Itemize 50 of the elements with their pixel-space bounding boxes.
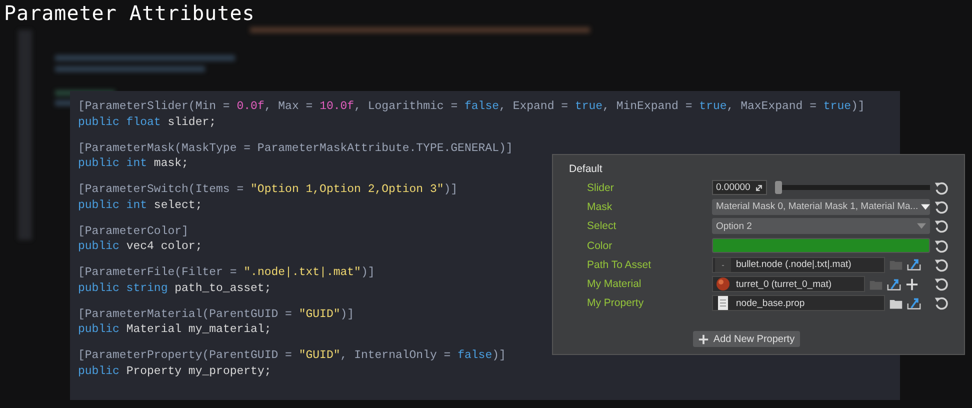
reset-icon[interactable] [934,219,948,234]
code-line: public float slider; [78,114,216,130]
property-label: Select [586,220,618,232]
code-line: [ParameterMask(MaskType = ParameterMaskAttribute.TYPE.GENERAL)] [78,140,513,156]
caret-icon [917,223,926,230]
arrow-up-icon[interactable] [907,296,921,310]
reset-icon[interactable] [934,277,948,292]
property-label: Slider [586,182,615,194]
document-icon [715,296,731,310]
sphere-icon [715,277,731,292]
property-label: Mask [586,200,614,213]
expand-icon[interactable] [755,184,763,192]
reset-icon[interactable] [934,296,948,310]
code-line: public vec4 color; [78,239,202,254]
number-field[interactable]: 0.00000 [712,180,767,196]
reset-icon[interactable] [934,180,948,195]
property-label: My Property [586,297,645,310]
dropdown[interactable]: Material Mask 0, Material Mask 1, Material Ma... [712,198,930,215]
code-line: [ParameterSlider(Min = 0.0f, Max = 10.0f, Logarithmic = false, Expand = true, MinExpand = true, MaxExpand = true)] [78,99,865,114]
blank-thumbnail-icon [715,258,731,272]
arrow-up-icon[interactable] [887,278,901,291]
code-line: [ParameterColor] [78,224,188,239]
plus-icon[interactable] [905,278,919,291]
group-label: Default [569,163,602,175]
plus-icon [698,334,710,345]
property-label: Color [586,240,614,252]
color-swatch[interactable] [712,238,930,254]
code-line: [ParameterFile(Filter = ".node|.txt|.mat")] [78,265,375,280]
slider-thumb[interactable] [775,181,782,194]
dropdown[interactable]: Option 2 [712,218,930,234]
asset-field[interactable]: bullet.node (.node|.txt|.mat) [712,256,885,273]
reset-icon[interactable] [934,238,948,253]
code-line: public int select; [78,198,202,213]
code-line: [ParameterSwitch(Items = "Option 1,Option 2,Option 3")] [78,182,458,198]
code-line: [ParameterProperty(ParentGUID = "GUID", InternalOnly = false)] [78,348,506,364]
code-line: public Property my_property; [78,364,272,379]
code-line: public Material my_material; [78,322,272,338]
asset-field[interactable]: node_base.prop [712,295,885,312]
add-property-button[interactable]: Add New Property [693,331,800,348]
code-line: public int mask; [78,156,188,172]
code-line: [ParameterMaterial(ParentGUID = "GUID")] [78,306,354,322]
asset-field[interactable]: turret_0 (turret_0_mat) [712,276,865,292]
reset-icon[interactable] [934,258,948,272]
code-line: public string path_to_asset; [78,280,272,296]
property-label: My Material [586,278,642,290]
reset-icon[interactable] [934,200,948,214]
caret-icon [921,204,930,210]
property-label: Path To Asset [586,258,652,271]
page-title: Parameter Attributes [4,1,255,25]
arrow-up-icon[interactable] [907,258,921,272]
